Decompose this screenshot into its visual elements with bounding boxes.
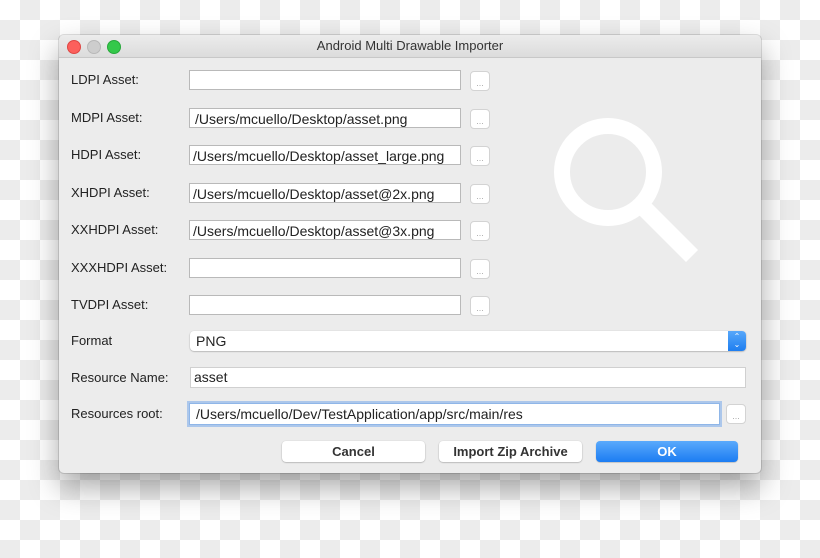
- mdpi-label: MDPI Asset:: [71, 110, 143, 125]
- import-zip-archive-button[interactable]: Import Zip Archive: [439, 441, 582, 462]
- ldpi-browse-button[interactable]: ...: [470, 71, 490, 91]
- up-down-chevron-icon: ⌃ ⌄: [728, 331, 746, 351]
- magnifier-icon: [554, 118, 699, 263]
- xxhdpi-label: XXHDPI Asset:: [71, 222, 159, 237]
- resources-root-label: Resources root:: [71, 406, 163, 421]
- xxxhdpi-browse-button[interactable]: ...: [470, 259, 490, 279]
- hdpi-label: HDPI Asset:: [71, 147, 142, 162]
- format-selected-value: PNG: [196, 333, 227, 349]
- mdpi-field[interactable]: /Users/mcuello/Desktop/asset.png: [189, 108, 461, 128]
- xhdpi-browse-button[interactable]: ...: [470, 184, 490, 204]
- importer-dialog: Android Multi Drawable Importer LDPI Ass…: [59, 35, 761, 473]
- cancel-button[interactable]: Cancel: [282, 441, 425, 462]
- resources-root-browse-button[interactable]: ...: [726, 404, 746, 424]
- ok-button[interactable]: OK: [596, 441, 738, 462]
- xhdpi-field[interactable]: /Users/mcuello/Desktop/asset@2x.png: [189, 183, 461, 203]
- resource-name-field[interactable]: asset: [190, 367, 746, 388]
- window-title: Android Multi Drawable Importer: [316, 38, 504, 53]
- tvdpi-browse-button[interactable]: ...: [470, 296, 490, 316]
- xxxhdpi-field[interactable]: [189, 258, 461, 278]
- tvdpi-label: TVDPI Asset:: [71, 297, 149, 312]
- xxhdpi-field[interactable]: /Users/mcuello/Desktop/asset@3x.png: [189, 220, 461, 240]
- xhdpi-field-value: /Users/mcuello/Desktop/asset@2x.png: [193, 186, 435, 202]
- ldpi-label: LDPI Asset:: [71, 72, 139, 87]
- xxhdpi-browse-button[interactable]: ...: [470, 221, 490, 241]
- hdpi-browse-button[interactable]: ...: [470, 146, 490, 166]
- format-select[interactable]: PNG ⌃ ⌄: [190, 331, 746, 351]
- xxhdpi-field-value: /Users/mcuello/Desktop/asset@3x.png: [193, 223, 435, 239]
- xhdpi-label: XHDPI Asset:: [71, 185, 150, 200]
- format-label: Format: [71, 333, 113, 348]
- hdpi-field[interactable]: /Users/mcuello/Desktop/asset_large.png: [189, 145, 461, 165]
- hdpi-field-value: /Users/mcuello/Desktop/asset_large.png: [193, 148, 445, 164]
- resources-root-field[interactable]: /Users/mcuello/Dev/TestApplication/app/s…: [189, 403, 720, 425]
- xxxhdpi-label: XXXHDPI Asset:: [71, 260, 168, 275]
- tvdpi-field[interactable]: [189, 295, 461, 315]
- ldpi-field[interactable]: [189, 70, 461, 90]
- resource-name-label: Resource Name:: [71, 370, 169, 385]
- mdpi-browse-button[interactable]: ...: [470, 109, 490, 129]
- title-bar: Android Multi Drawable Importer: [59, 35, 761, 58]
